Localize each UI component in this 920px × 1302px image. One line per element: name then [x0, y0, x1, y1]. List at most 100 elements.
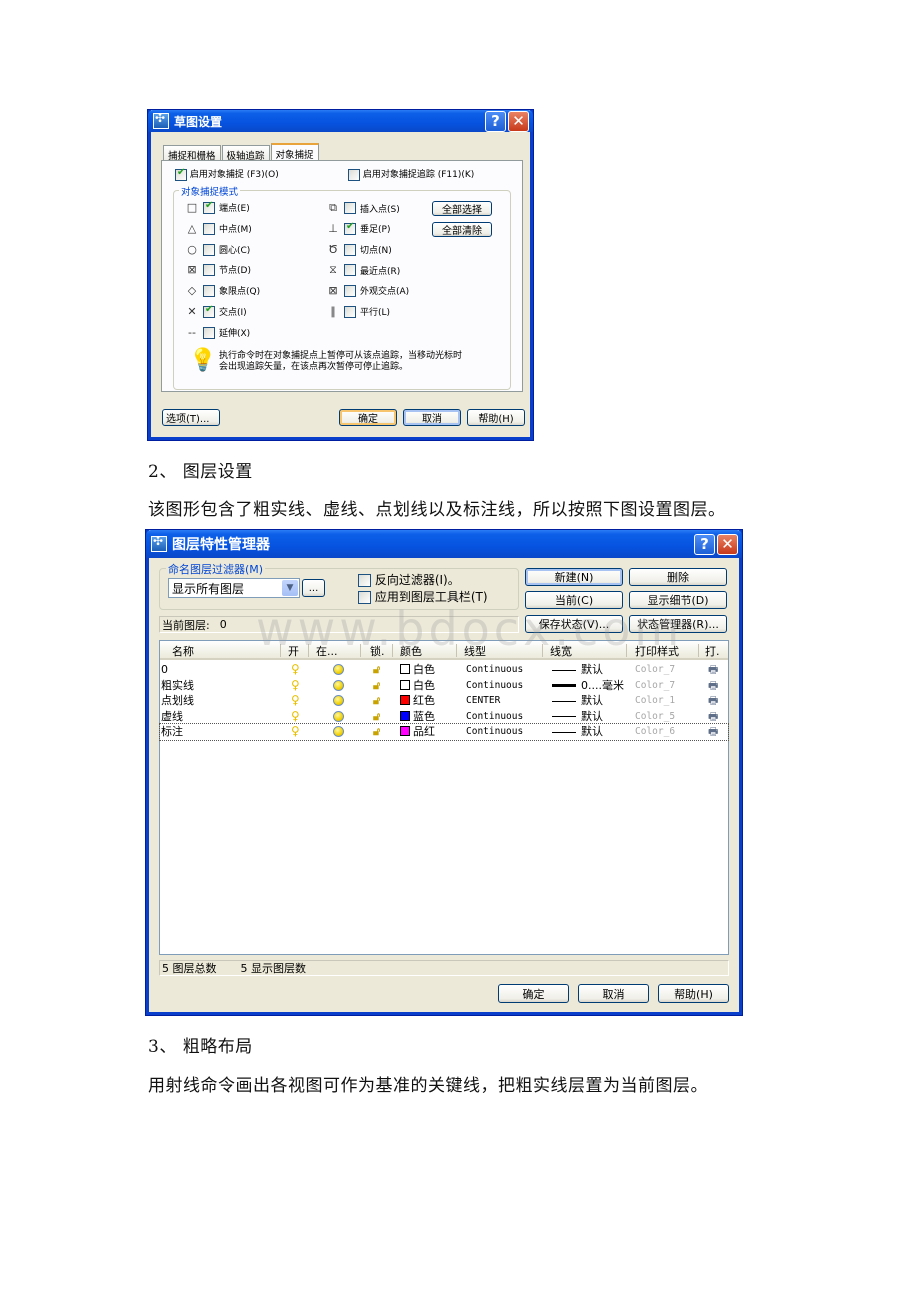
column-header[interactable]: 名称 — [172, 643, 194, 659]
column-header[interactable]: 颜色 — [400, 643, 422, 659]
help-button[interactable]: 帮助(H) — [467, 409, 525, 426]
lightbulb-on-icon[interactable]: ♀ — [291, 693, 300, 708]
layer-row[interactable]: 0 ♀ 🔓︎ 白色 Continuous 默认 Color_7 🖶 — [160, 662, 728, 678]
filter-browse-button[interactable]: ... — [302, 579, 325, 597]
layer-plot-style[interactable]: Color_7 — [635, 678, 675, 693]
layer-plot-style[interactable]: Color_6 — [635, 724, 675, 739]
layer-color[interactable]: 红色 — [400, 693, 435, 708]
column-divider[interactable] — [698, 644, 699, 657]
column-divider[interactable] — [456, 644, 457, 657]
help-icon[interactable]: ? — [694, 533, 715, 555]
help-icon[interactable]: ? — [485, 110, 506, 132]
layer-plot-style[interactable]: Color_5 — [635, 709, 675, 724]
snap-mode-left-4[interactable]: ◇ 象限点(Q) — [185, 284, 260, 297]
column-divider[interactable] — [280, 644, 281, 657]
tab-polar-tracking[interactable]: 极轴追踪 — [221, 145, 270, 162]
layer-color[interactable]: 品红 — [400, 724, 435, 739]
layer-linetype[interactable]: Continuous — [466, 724, 523, 739]
save-state-button[interactable]: 保存状态(V)... — [525, 615, 623, 633]
printer-icon[interactable]: 🖶 — [708, 724, 718, 739]
layer-lineweight[interactable]: 默认 — [552, 693, 603, 708]
apply-to-toolbar-checkbox[interactable]: 应用到图层工具栏(T) — [358, 588, 488, 605]
new-layer-button[interactable]: 新建(N) — [525, 568, 623, 586]
thaw-sun-icon[interactable] — [333, 726, 344, 741]
checkbox[interactable] — [344, 264, 356, 276]
column-divider[interactable] — [542, 644, 543, 657]
set-current-button[interactable]: 当前(C) — [525, 591, 623, 609]
checkbox[interactable] — [203, 304, 215, 318]
layer-row[interactable]: 点划线 ♀ 🔓︎ 红色 CENTER 默认 Color_1 🖶 — [160, 693, 728, 709]
lightbulb-on-icon[interactable]: ♀ — [291, 709, 300, 724]
state-manager-button[interactable]: 状态管理器(R)... — [629, 615, 727, 633]
printer-icon[interactable]: 🖶 — [708, 709, 718, 724]
checkbox[interactable] — [203, 200, 215, 214]
column-divider[interactable] — [626, 644, 627, 657]
cancel-button[interactable]: 取消 — [403, 409, 461, 426]
layer-lineweight[interactable]: 默认 — [552, 724, 603, 739]
layer-color[interactable]: 白色 — [400, 678, 435, 693]
layer-linetype[interactable]: Continuous — [466, 678, 523, 693]
invert-filter-checkbox[interactable]: 反向过滤器(I)。 — [358, 571, 460, 588]
checkbox[interactable] — [344, 202, 356, 214]
select-all-button[interactable]: 全部选择 — [432, 201, 492, 216]
ok-button[interactable]: 确定 — [339, 409, 397, 426]
column-divider[interactable] — [308, 644, 309, 657]
snap-mode-right-5[interactable]: ∥ 平行(L) — [326, 305, 390, 318]
snap-mode-left-5[interactable]: ✕ 交点(I) — [185, 304, 246, 319]
layer-dialog-titlebar[interactable]: 图层特性管理器 ? ✕ — [146, 530, 742, 558]
column-divider[interactable] — [360, 644, 361, 657]
layer-filter-select[interactable]: 显示所有图层 ▼ — [168, 578, 300, 598]
layer-list[interactable]: 名称 开 在... 锁. 颜色 线型 线宽 打印样式 打. 0 ♀ 🔓︎ 白色 Continuous 默认… — [159, 640, 729, 955]
printer-icon[interactable]: 🖶 — [708, 662, 718, 677]
column-header[interactable]: 线宽 — [550, 643, 572, 659]
show-details-button[interactable]: 显示细节(D) — [629, 591, 727, 609]
enable-osnap-checkbox[interactable]: 启用对象捕捉 (F3)(O) — [175, 167, 279, 181]
layer-linetype[interactable]: Continuous — [466, 709, 523, 724]
column-header[interactable]: 锁. — [370, 643, 385, 659]
snap-mode-left-1[interactable]: △ 中点(M) — [185, 222, 252, 235]
ok-button[interactable]: 确定 — [498, 984, 569, 1003]
checkbox[interactable] — [344, 243, 356, 256]
chevron-down-icon[interactable]: ▼ — [282, 580, 298, 596]
snap-mode-right-2[interactable]: Ծ 切点(N) — [326, 243, 392, 256]
layer-color[interactable]: 白色 — [400, 662, 435, 677]
layer-row[interactable]: 粗实线 ♀ 🔓︎ 白色 Continuous 0....毫米 Color_7 🖶 — [160, 678, 728, 694]
layer-row[interactable]: 标注 ♀ 🔓︎ 品红 Continuous 默认 Color_6 🖶 — [159, 723, 729, 741]
checkbox[interactable] — [358, 591, 371, 604]
layer-plot-style[interactable]: Color_7 — [635, 662, 675, 677]
enable-osnap-tracking-checkbox[interactable]: 启用对象捕捉追踪 (F11)(K) — [348, 167, 474, 181]
checkbox[interactable] — [344, 305, 356, 318]
column-header[interactable]: 开 — [288, 643, 299, 659]
help-button[interactable]: 帮助(H) — [658, 984, 729, 1003]
column-divider[interactable] — [392, 644, 393, 657]
column-header[interactable]: 打印样式 — [635, 643, 679, 659]
checkbox[interactable] — [344, 221, 356, 235]
tab-snap-grid[interactable]: 捕捉和栅格 — [163, 145, 221, 162]
snap-mode-left-6[interactable]: -- 延伸(X) — [185, 326, 250, 339]
layer-row[interactable]: 虚线 ♀ 🔓︎ 蓝色 Continuous 默认 Color_5 🖶 — [160, 709, 728, 725]
unlock-icon[interactable]: 🔓︎ — [373, 678, 380, 693]
checkbox[interactable] — [203, 284, 215, 297]
clear-all-button[interactable]: 全部清除 — [432, 222, 492, 237]
layer-linetype[interactable]: CENTER — [466, 693, 500, 708]
layer-lineweight[interactable]: 默认 — [552, 709, 603, 724]
snap-mode-left-2[interactable]: ○ 圆心(C) — [185, 243, 250, 256]
snap-mode-right-0[interactable]: ⧉ 插入点(S) — [326, 201, 400, 215]
snap-mode-left-3[interactable]: ⊠ 节点(D) — [185, 263, 251, 276]
snap-mode-right-1[interactable]: ⊥ 垂足(P) — [326, 221, 390, 236]
snap-mode-right-4[interactable]: ⊠ 外观交点(A) — [326, 284, 409, 297]
checkbox[interactable] — [203, 222, 215, 235]
snap-mode-right-3[interactable]: ⧖ 最近点(R) — [326, 263, 400, 277]
printer-icon[interactable]: 🖶 — [708, 693, 718, 708]
layer-lineweight[interactable]: 0....毫米 — [552, 678, 624, 693]
layer-linetype[interactable]: Continuous — [466, 662, 523, 677]
layer-lineweight[interactable]: 默认 — [552, 662, 603, 677]
close-icon[interactable]: ✕ — [508, 110, 529, 132]
lightbulb-on-icon[interactable]: ♀ — [291, 678, 300, 693]
column-header[interactable]: 线型 — [464, 643, 486, 659]
checkbox[interactable] — [358, 574, 371, 587]
layer-plot-style[interactable]: Color_1 — [635, 693, 675, 708]
unlock-icon[interactable]: 🔓︎ — [373, 724, 380, 739]
printer-icon[interactable]: 🖶 — [708, 678, 718, 693]
layer-color[interactable]: 蓝色 — [400, 709, 435, 724]
